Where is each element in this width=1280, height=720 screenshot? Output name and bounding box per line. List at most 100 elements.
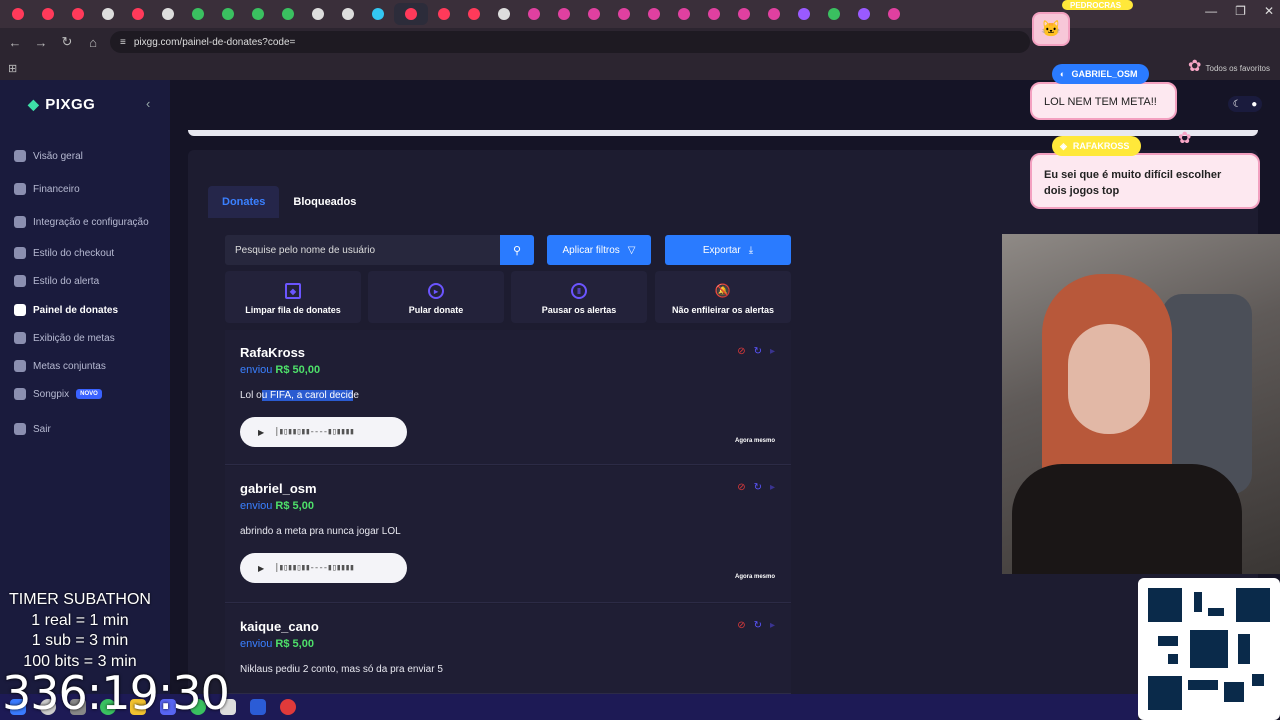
url-field[interactable]: ≡ pixgg.com/painel-de-donates?code= [110, 31, 1030, 53]
theme-toggle[interactable]: ☾ ● [1228, 96, 1262, 112]
maximize-icon[interactable]: ❐ [1235, 4, 1246, 18]
skip-donate-button[interactable]: ▸ Pular donate [368, 271, 504, 323]
skip-icon[interactable]: ▸ [770, 346, 775, 357]
browser-tab[interactable] [334, 3, 362, 25]
no-queue-alerts-button[interactable]: 🔕 Não enfileirar os alertas [655, 271, 791, 323]
sent-label: enviou [240, 500, 273, 512]
browser-tab[interactable] [124, 3, 152, 25]
url-text: pixgg.com/painel-de-donates?code= [133, 36, 296, 48]
flower-icon: ✿ [1178, 130, 1192, 147]
play-icon[interactable]: ▶ [258, 428, 264, 437]
browser-tab[interactable] [94, 3, 122, 25]
replay-icon[interactable]: ↻ [754, 620, 762, 631]
sidebar-item[interactable]: Songpix NOVO [14, 388, 102, 400]
browser-tab[interactable] [490, 3, 518, 25]
sidebar-item[interactable]: Painel de donates [14, 304, 118, 316]
pause-icon: ‖ [571, 283, 587, 299]
play-icon[interactable]: ▶ [258, 564, 264, 573]
sidebar-item[interactable]: Sair [14, 423, 51, 435]
browser-tab[interactable] [34, 3, 62, 25]
browser-tab[interactable] [730, 3, 758, 25]
obs-icon[interactable] [280, 699, 296, 715]
browser-tab[interactable] [670, 3, 698, 25]
browser-tab[interactable] [244, 3, 272, 25]
apps-grid-icon[interactable]: ⊞ [8, 62, 17, 75]
browser-tab[interactable] [214, 3, 242, 25]
chat-name-1: GABRIEL_OSM [1071, 69, 1138, 79]
browser-tab[interactable] [700, 3, 728, 25]
browser-tab[interactable] [640, 3, 668, 25]
palette-icon [14, 247, 26, 259]
qr-module [1200, 640, 1218, 658]
download-icon: ⤓ [748, 244, 754, 256]
sidebar-item-label: Sair [33, 423, 51, 435]
browser-tab[interactable] [304, 3, 332, 25]
sidebar-item[interactable]: Metas conjuntas [14, 360, 106, 372]
sidebar-item[interactable]: Financeiro [14, 183, 80, 195]
browser-tab[interactable] [4, 3, 32, 25]
site-info-icon[interactable]: ≡ [120, 37, 126, 48]
home-icon[interactable]: ⌂ [82, 35, 104, 50]
all-favorites-link[interactable]: Todos os favoritos [1206, 64, 1270, 73]
block-icon[interactable]: ⊘ [737, 346, 745, 357]
back-icon[interactable]: ← [4, 35, 26, 50]
tab-favicon-icon [12, 8, 24, 20]
search-button[interactable]: ⚲ [500, 235, 534, 265]
waveform[interactable]: |▮▯▮▮▯▮▮-‐-‐▮▯▮▮▮▮ [274, 427, 355, 437]
tab-favicon-icon [252, 8, 264, 20]
close-icon[interactable]: ✕ [1264, 4, 1274, 18]
replay-icon[interactable]: ↻ [754, 346, 762, 357]
browser-tab[interactable] [460, 3, 488, 25]
clear-queue-button[interactable]: ◆ Limpar fila de donates [225, 271, 361, 323]
waveform[interactable]: |▮▯▮▮▯▮▮-‐-‐▮▯▮▮▮▮ [274, 563, 355, 573]
export-button[interactable]: Exportar ⤓ [665, 235, 791, 265]
tab-donates[interactable]: Donates [208, 186, 280, 218]
browser-tab[interactable] [394, 3, 428, 25]
browser-tab[interactable] [154, 3, 182, 25]
skip-icon[interactable]: ▸ [770, 620, 775, 631]
collapse-sidebar-icon[interactable]: ‹ [146, 96, 150, 111]
browser-tab[interactable] [880, 3, 908, 25]
apply-filters-button[interactable]: Aplicar filtros ▽ [547, 235, 651, 265]
sent-label: enviou [240, 364, 273, 376]
pause-alerts-label: Pausar os alertas [541, 305, 617, 315]
browser-tab[interactable] [364, 3, 392, 25]
forward-icon[interactable]: → [30, 35, 52, 50]
block-icon[interactable]: ⊘ [737, 620, 745, 631]
audio-player[interactable]: ▶ |▮▯▮▮▯▮▮-‐-‐▮▯▮▮▮▮ [240, 417, 407, 447]
pixgg-logo[interactable]: ◆ PIXGG [28, 96, 95, 113]
tab-bloqueados[interactable]: Bloqueados [279, 186, 370, 218]
browser-tab[interactable] [610, 3, 638, 25]
browser-tab[interactable] [820, 3, 848, 25]
sidebar-item[interactable]: Exibição de metas [14, 332, 115, 344]
sidebar-item[interactable]: Estilo do alerta [14, 275, 99, 287]
browser-tab[interactable] [790, 3, 818, 25]
sidebar-item[interactable]: Integração e configuração [14, 216, 149, 228]
browser-tab[interactable] [850, 3, 878, 25]
donate-amount: R$ 50,00 [275, 364, 321, 376]
block-icon[interactable]: ⊘ [737, 482, 745, 493]
new-badge: NOVO [76, 389, 102, 399]
browser-tab[interactable] [520, 3, 548, 25]
minimize-icon[interactable]: — [1205, 4, 1217, 18]
word-icon[interactable] [250, 699, 266, 715]
donate-card: kaique_cano enviou R$ 5,00 Niklaus pediu 2 … [225, 604, 791, 694]
skip-icon[interactable]: ▸ [770, 482, 775, 493]
browser-tab[interactable] [184, 3, 212, 25]
reload-icon[interactable]: ↻ [56, 34, 78, 50]
audio-player[interactable]: ▶ |▮▯▮▮▯▮▮-‐-‐▮▯▮▮▮▮ [240, 553, 407, 583]
browser-tab[interactable] [64, 3, 92, 25]
tab-favicon-icon [222, 8, 234, 20]
browser-tab[interactable] [580, 3, 608, 25]
search-input[interactable]: Pesquise pelo nome de usuário [225, 235, 501, 265]
qr-code [1138, 578, 1280, 720]
browser-tab[interactable] [550, 3, 578, 25]
sidebar-item[interactable]: Estilo do checkout [14, 247, 114, 259]
browser-tab[interactable] [430, 3, 458, 25]
browser-tab[interactable] [760, 3, 788, 25]
sidebar-item[interactable]: Visão geral [14, 150, 83, 162]
chat-bubble-2: Eu sei que é muito difícil escolher dois… [1030, 153, 1260, 209]
pause-alerts-button[interactable]: ‖ Pausar os alertas [511, 271, 647, 323]
replay-icon[interactable]: ↻ [754, 482, 762, 493]
browser-tab[interactable] [274, 3, 302, 25]
